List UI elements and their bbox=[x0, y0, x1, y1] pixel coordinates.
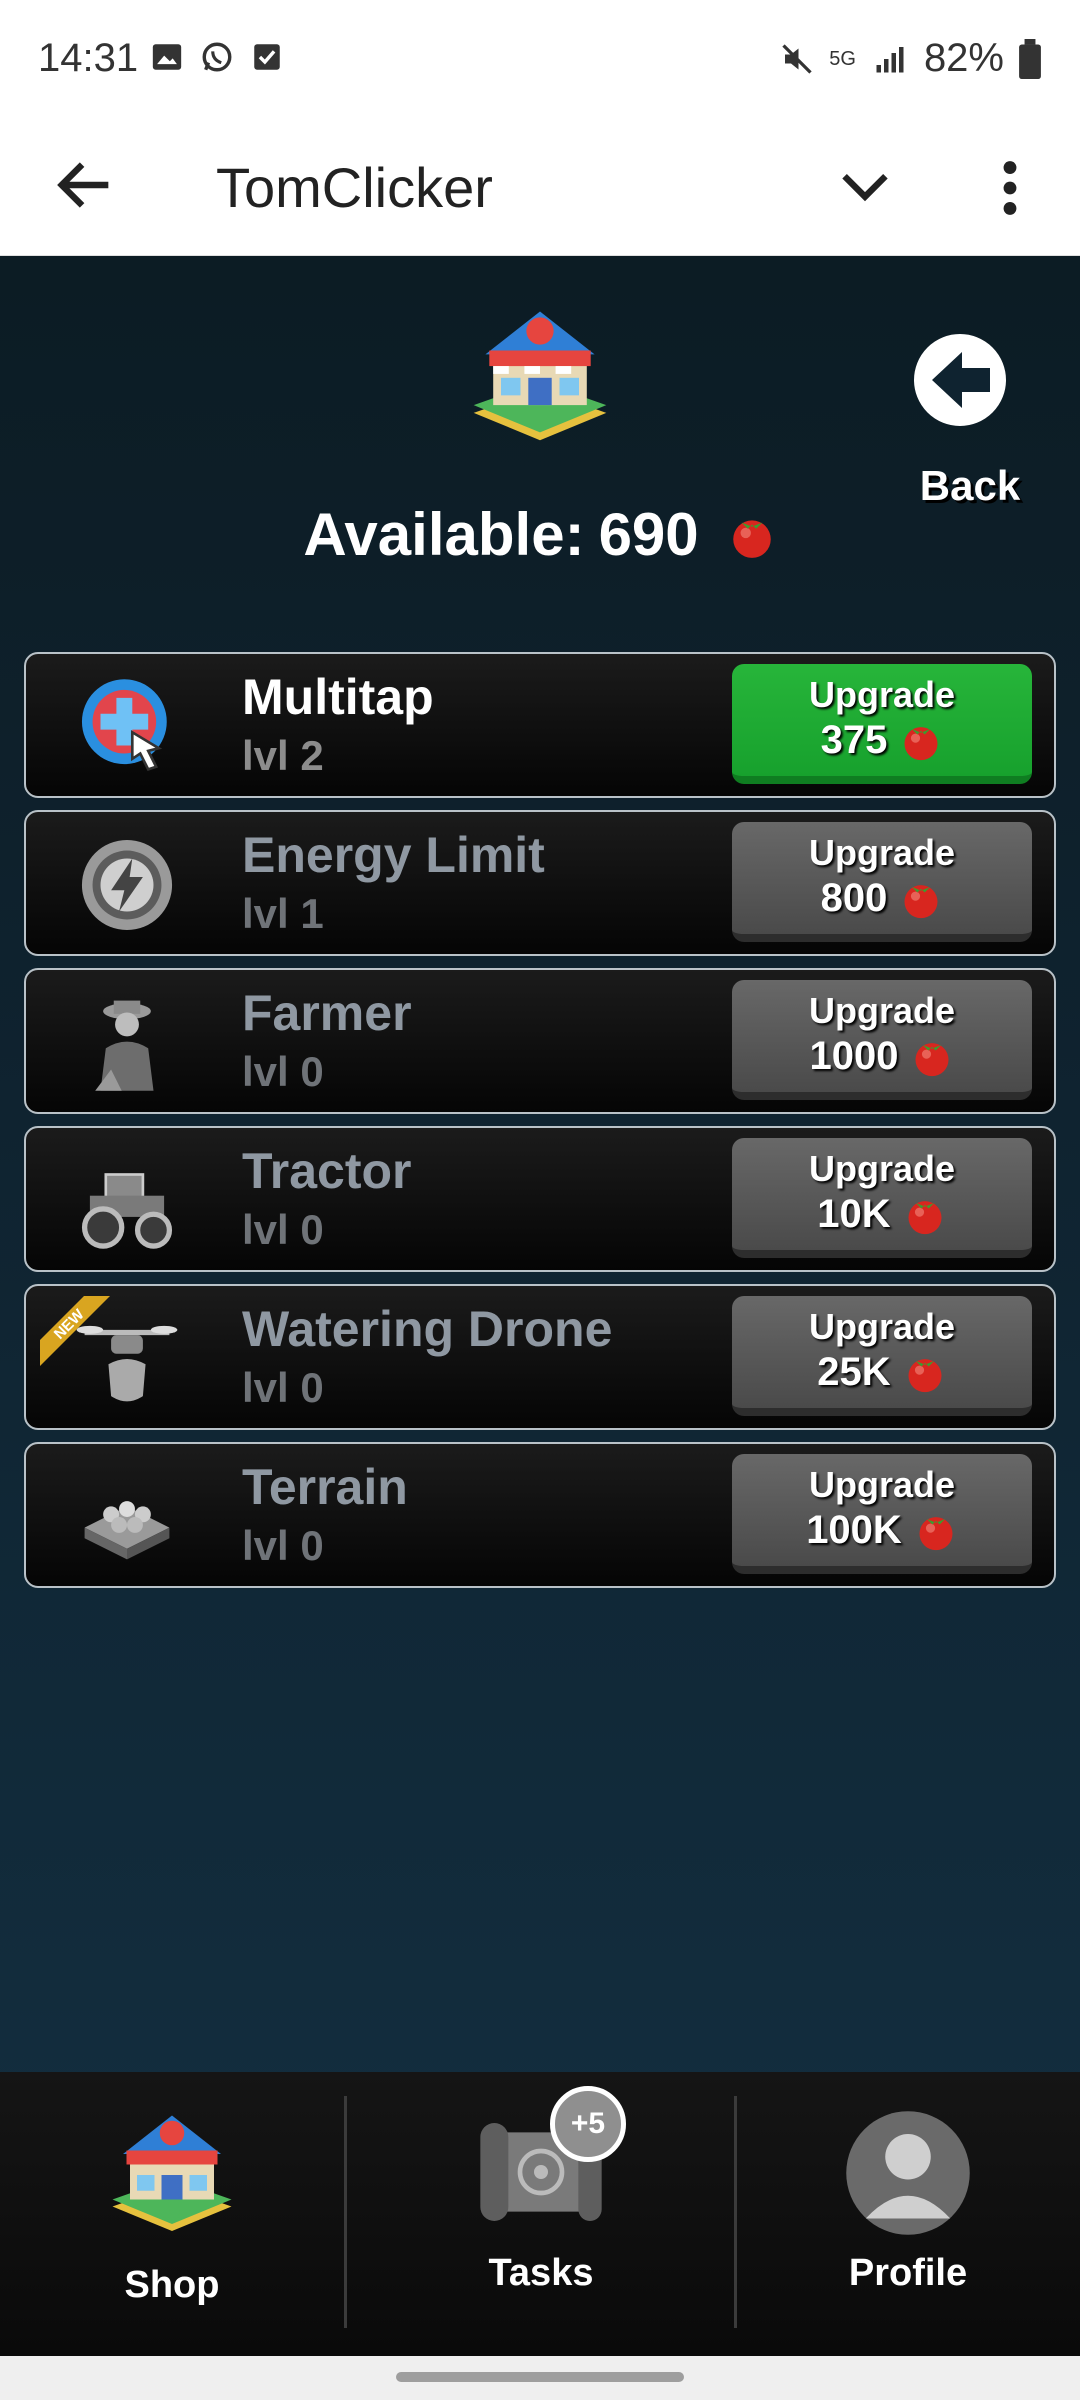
upgrade-name: Terrain bbox=[242, 1459, 408, 1515]
upgrade-cost-value: 25K bbox=[817, 1350, 891, 1394]
more-menu-icon[interactable] bbox=[975, 148, 1045, 228]
upgrade-card-energy-limit: Energy Limit lvl 1 Upgrade 800 bbox=[24, 810, 1056, 956]
shop-building-icon bbox=[473, 311, 607, 441]
upgrade-card-multitap: Multitap lvl 2 Upgrade 375 bbox=[24, 652, 1056, 798]
gallery-icon bbox=[152, 44, 182, 70]
upgrade-button-multitap[interactable]: Upgrade 375 bbox=[732, 664, 1032, 784]
upgrade-cost-value: 100K bbox=[806, 1508, 902, 1552]
upgrade-button-terrain[interactable]: Upgrade 100K bbox=[732, 1454, 1032, 1574]
upgrade-button-label: Upgrade bbox=[808, 832, 956, 873]
tomato-icon bbox=[904, 727, 938, 761]
signal-icon bbox=[876, 46, 904, 72]
upgrade-list: Multitap lvl 2 Upgrade 375 Energy Limit … bbox=[24, 652, 1056, 1600]
tasks-badge: +5 bbox=[550, 2086, 626, 2162]
upgrade-level: lvl 1 bbox=[242, 890, 324, 937]
app-title: TomClicker bbox=[216, 156, 493, 219]
tomato-icon bbox=[908, 1201, 942, 1235]
terrain-icon bbox=[84, 1501, 170, 1560]
multitap-icon bbox=[81, 679, 167, 772]
upgrade-name: Farmer bbox=[242, 985, 412, 1041]
status-right: 5G 82% bbox=[779, 36, 1042, 81]
upgrade-cost: 10K bbox=[817, 1189, 946, 1239]
tomato-icon bbox=[732, 519, 771, 558]
upgrade-button-farmer[interactable]: Upgrade 1000 bbox=[732, 980, 1032, 1100]
mute-icon bbox=[782, 43, 812, 74]
tomato-icon bbox=[904, 885, 938, 919]
back-arrow-icon[interactable] bbox=[50, 150, 120, 220]
upgrade-level: lvl 0 bbox=[242, 1364, 324, 1411]
status-time: 14:31 bbox=[38, 36, 139, 80]
upgrade-name: Watering Drone bbox=[242, 1301, 613, 1357]
upgrade-level: lvl 0 bbox=[242, 1048, 324, 1095]
upgrade-name: Multitap bbox=[242, 669, 434, 725]
upgrade-cost: 375 bbox=[821, 715, 944, 765]
upgrade-card-tractor: Tractor lvl 0 Upgrade 10K bbox=[24, 1126, 1056, 1272]
upgrade-button-energy-limit[interactable]: Upgrade 800 bbox=[732, 822, 1032, 942]
upgrade-cost-value: 375 bbox=[820, 718, 888, 762]
app-bar: TomClicker bbox=[0, 120, 1080, 256]
tomato-icon bbox=[908, 1359, 942, 1393]
checkbox-icon bbox=[254, 44, 280, 70]
back-button[interactable]: Back bbox=[900, 330, 1020, 509]
upgrade-level: lvl 0 bbox=[242, 1522, 324, 1569]
system-gesture-area bbox=[0, 2356, 1080, 2400]
upgrade-button-label: Upgrade bbox=[808, 990, 956, 1031]
upgrade-button-tractor[interactable]: Upgrade 10K bbox=[732, 1138, 1032, 1258]
tomato-icon bbox=[915, 1043, 949, 1077]
available-label: Available: bbox=[303, 501, 585, 568]
upgrade-cost-value: 1000 bbox=[809, 1034, 899, 1078]
upgrade-cost-value: 10K bbox=[817, 1192, 891, 1236]
bottom-nav: Shop +5 Tasks Profile bbox=[0, 2072, 1080, 2356]
upgrade-card-farmer: Farmer lvl 0 Upgrade 1000 bbox=[24, 968, 1056, 1114]
profile-avatar-icon bbox=[846, 2111, 970, 2235]
upgrade-name: Energy Limit bbox=[242, 827, 545, 883]
upgrade-name: Tractor bbox=[242, 1143, 412, 1199]
energy-icon bbox=[81, 839, 173, 931]
nav-profile-label: Profile bbox=[848, 2252, 968, 2294]
nav-profile[interactable]: Profile bbox=[736, 2072, 1080, 2356]
upgrade-level: lvl 2 bbox=[242, 732, 324, 779]
battery-percent: 82% bbox=[923, 36, 1004, 80]
chevron-down-icon[interactable] bbox=[830, 150, 900, 220]
tractor-icon bbox=[81, 1173, 173, 1249]
notification-icons bbox=[150, 40, 284, 74]
nav-tasks-label: Tasks bbox=[488, 2252, 594, 2294]
upgrade-button-label: Upgrade bbox=[808, 1464, 956, 1505]
upgrade-cost: 1000 bbox=[810, 1031, 955, 1081]
upgrade-level: lvl 0 bbox=[242, 1206, 324, 1253]
network-type: 5G bbox=[829, 47, 856, 70]
home-gesture-bar[interactable] bbox=[396, 2372, 684, 2382]
available-balance: Available: 690 bbox=[0, 500, 1080, 569]
tomato-icon bbox=[919, 1517, 953, 1551]
battery-icon bbox=[1019, 38, 1041, 79]
upgrade-button-watering-drone[interactable]: Upgrade 25K bbox=[732, 1296, 1032, 1416]
nav-shop[interactable]: Shop bbox=[0, 2072, 344, 2356]
upgrade-cost-value: 800 bbox=[820, 876, 888, 920]
upgrade-cost: 800 bbox=[821, 873, 944, 923]
upgrade-button-label: Upgrade bbox=[808, 1306, 956, 1347]
upgrade-cost: 100K bbox=[806, 1505, 958, 1555]
back-circle-arrow-icon bbox=[914, 334, 1006, 426]
upgrade-cost: 25K bbox=[817, 1347, 946, 1397]
nav-tasks[interactable]: +5 Tasks bbox=[346, 2072, 736, 2356]
nav-shop-label: Shop bbox=[124, 2264, 220, 2306]
upgrade-button-label: Upgrade bbox=[808, 1148, 956, 1189]
whatsapp-icon bbox=[202, 42, 232, 72]
upgrade-card-watering-drone: NEW Watering Drone lvl 0 Upgrade 25K bbox=[24, 1284, 1056, 1430]
upgrade-card-terrain: Terrain lvl 0 Upgrade 100K bbox=[24, 1442, 1056, 1588]
available-value: 690 bbox=[598, 501, 699, 568]
farmer-icon bbox=[95, 1000, 154, 1091]
drone-icon bbox=[76, 1325, 178, 1402]
status-bar: 14:31 5G 82% bbox=[0, 0, 1080, 120]
shop-building-icon bbox=[112, 2115, 232, 2231]
upgrade-button-label: Upgrade bbox=[808, 674, 956, 715]
